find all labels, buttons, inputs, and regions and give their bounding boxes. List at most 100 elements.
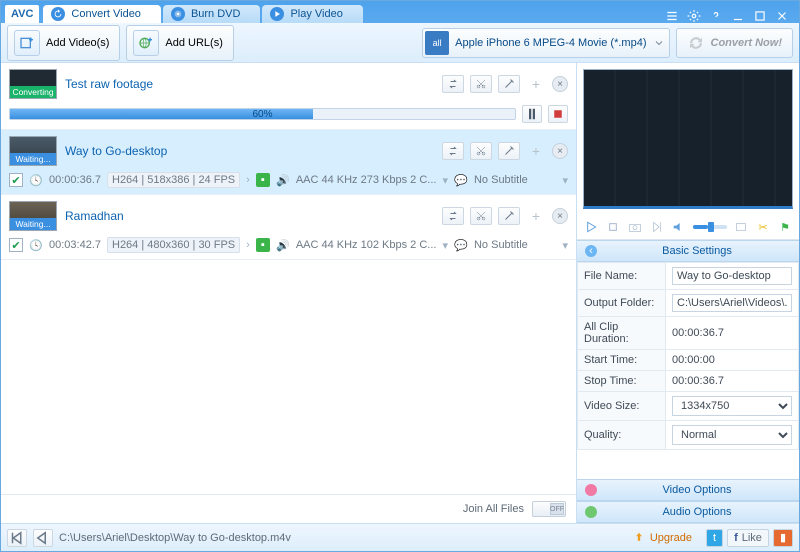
video-options-header[interactable]: Video Options — [577, 479, 799, 501]
volume-icon[interactable] — [671, 219, 687, 235]
volume-slider[interactable] — [693, 225, 727, 229]
help-icon[interactable] — [707, 9, 725, 23]
remove-button[interactable]: × — [552, 76, 568, 92]
stop-icon[interactable] — [605, 219, 621, 235]
effects-button[interactable] — [498, 207, 520, 225]
side-panel: ✂ ⚑ ‹ Basic Settings File Name: Output F… — [577, 63, 799, 523]
tab-label: Convert Video — [71, 8, 141, 20]
tab-label: Burn DVD — [191, 8, 241, 20]
rss-icon: ▮ — [780, 531, 786, 544]
close-icon[interactable] — [773, 9, 791, 23]
swap-button[interactable] — [442, 207, 464, 225]
chevron-right-icon[interactable]: › — [246, 174, 250, 186]
video-spec: H264 | 480x360 | 30 FPS — [107, 237, 240, 253]
add-clip-icon[interactable]: + — [528, 208, 544, 224]
video-options-label: Video Options — [603, 484, 791, 496]
basic-settings-header[interactable]: ‹ Basic Settings — [577, 240, 799, 262]
upgrade-link[interactable]: Upgrade — [624, 531, 700, 545]
chevron-down-icon[interactable]: ▾ — [562, 239, 568, 252]
file-list-panel: Converting Test raw footage + × 60% — [1, 63, 577, 523]
snapshot-icon[interactable] — [627, 219, 643, 235]
add-urls-button[interactable]: Add URL(s) — [126, 25, 233, 61]
maximize-icon[interactable] — [751, 9, 769, 23]
duration: 00:00:36.7 — [49, 174, 101, 186]
upgrade-icon — [632, 531, 646, 545]
video-preview[interactable] — [583, 69, 793, 209]
item-checkbox[interactable]: ✔ — [9, 238, 23, 252]
effects-button[interactable] — [498, 75, 520, 93]
play-icon[interactable] — [583, 219, 599, 235]
ratio-icon[interactable] — [733, 219, 749, 235]
thumbnail: Waiting... — [9, 136, 57, 166]
chevron-right-icon[interactable]: › — [246, 239, 250, 251]
upgrade-label: Upgrade — [650, 532, 692, 544]
go-prev-icon[interactable] — [33, 529, 53, 547]
output-profile-select[interactable]: all Apple iPhone 6 MPEG-4 Movie (*.mp4) — [422, 28, 669, 58]
add-video-icon — [14, 30, 40, 56]
swap-button[interactable] — [442, 142, 464, 160]
subtitle: No Subtitle — [474, 239, 556, 251]
chevron-down-icon[interactable]: ▾ — [442, 174, 448, 187]
remove-button[interactable]: × — [552, 143, 568, 159]
marker-icon[interactable]: ⚑ — [777, 219, 793, 235]
pause-button[interactable] — [522, 105, 542, 123]
chevron-down-icon[interactable]: ▾ — [442, 239, 448, 252]
join-all-toggle[interactable]: OFF — [532, 501, 566, 517]
trim-button[interactable] — [470, 207, 492, 225]
profile-icon: all — [425, 31, 449, 55]
clock-icon: 🕓 — [29, 173, 43, 187]
minimize-icon[interactable] — [729, 9, 747, 23]
tab-play-video[interactable]: Play Video — [262, 5, 362, 23]
field-label: Stop Time: — [578, 371, 666, 392]
add-videos-button[interactable]: Add Video(s) — [7, 25, 120, 61]
add-clip-icon[interactable]: + — [528, 143, 544, 159]
app-logo: AVC — [5, 5, 39, 23]
quality-select[interactable]: Normal — [672, 425, 792, 445]
video-spec: H264 | 518x386 | 24 FPS — [107, 172, 240, 188]
tab-label: Play Video — [290, 8, 342, 20]
list-item[interactable]: Waiting... Way to Go-desktop + × ✔ 🕓 00:… — [1, 130, 576, 195]
remove-button[interactable]: × — [552, 208, 568, 224]
disc-icon — [171, 7, 185, 21]
swap-button[interactable] — [442, 75, 464, 93]
video-icon: ▪ — [256, 238, 270, 252]
step-icon[interactable] — [649, 219, 665, 235]
file-name-input[interactable] — [672, 267, 792, 285]
scissors-icon[interactable]: ✂ — [755, 219, 771, 235]
chevron-down-icon — [653, 37, 665, 49]
preview-controls: ✂ ⚑ — [577, 215, 799, 240]
rss-button[interactable]: ▮ — [773, 529, 793, 547]
stop-time: 00:00:36.7 — [666, 371, 799, 392]
audio-spec: AAC 44 KHz 273 Kbps 2 C... — [296, 174, 437, 186]
video-size-select[interactable]: 1334x750 — [672, 396, 792, 416]
facebook-icon: f — [734, 532, 738, 544]
status-badge: Waiting... — [10, 218, 56, 230]
convert-now-button[interactable]: Convert Now! — [676, 28, 794, 58]
list-item[interactable]: Waiting... Ramadhan + × ✔ 🕓 00:03:42.7 — [1, 195, 576, 260]
title-bar: AVC Convert Video Burn DVD Play Video — [1, 1, 799, 23]
trim-button[interactable] — [470, 75, 492, 93]
chevron-down-icon[interactable]: ▾ — [562, 174, 568, 187]
item-checkbox[interactable]: ✔ — [9, 173, 23, 187]
window-controls — [659, 9, 795, 23]
go-start-icon[interactable] — [7, 529, 27, 547]
facebook-like-button[interactable]: f Like — [727, 529, 769, 547]
options-icon[interactable] — [663, 9, 681, 23]
twitter-button[interactable]: t — [706, 529, 723, 547]
audio-options-header[interactable]: Audio Options — [577, 501, 799, 523]
list-item[interactable]: Converting Test raw footage + × 60% — [1, 63, 576, 130]
add-clip-icon[interactable]: + — [528, 76, 544, 92]
trim-button[interactable] — [470, 142, 492, 160]
effects-button[interactable] — [498, 142, 520, 160]
gear-icon[interactable] — [685, 9, 703, 23]
stop-button[interactable] — [548, 105, 568, 123]
audio-spec: AAC 44 KHz 102 Kbps 2 C... — [296, 239, 437, 251]
tab-convert-video[interactable]: Convert Video — [43, 5, 161, 23]
like-label: Like — [742, 532, 762, 544]
tab-burn-dvd[interactable]: Burn DVD — [163, 5, 261, 23]
collapse-icon: ‹ — [585, 245, 597, 257]
field-label: Video Size: — [578, 392, 666, 421]
output-folder-input[interactable] — [672, 294, 792, 312]
item-title: Ramadhan — [65, 209, 434, 223]
subtitle-icon: 💬 — [454, 173, 468, 187]
